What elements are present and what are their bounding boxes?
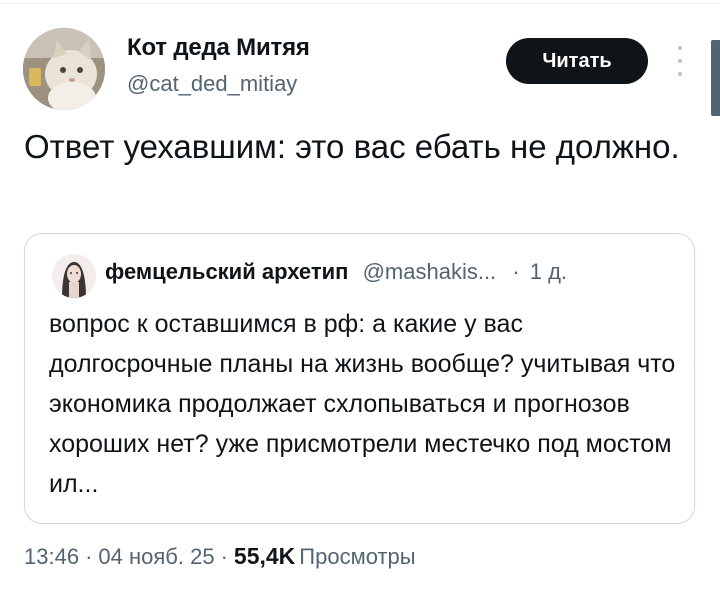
quote-header: фемцельский архетип @mashakis... · 1 д. xyxy=(105,259,567,285)
tweet-date[interactable]: 04 нояб. 25 xyxy=(98,544,214,569)
tweet-text: Ответ уехавшим: это вас ебать не должно. xyxy=(24,128,680,165)
top-divider xyxy=(0,3,720,4)
author-avatar[interactable] xyxy=(23,28,105,110)
meta-separator: · xyxy=(220,544,228,569)
quote-author-handle[interactable]: @mashakis... xyxy=(363,259,497,284)
author-handle[interactable]: @cat_ded_mitiay xyxy=(127,71,297,97)
tweet-time[interactable]: 13:46 xyxy=(24,544,79,569)
more-vertical-icon[interactable] xyxy=(670,46,690,76)
dot xyxy=(678,72,682,76)
dot xyxy=(678,59,682,63)
quote-text: вопрос к оставшимся в рф: а какие у вас … xyxy=(49,310,676,498)
quote-author-name[interactable]: фемцельский архетип xyxy=(105,259,348,284)
author-display-name[interactable]: Кот деда Митяя xyxy=(127,34,310,62)
portrait-photo-icon xyxy=(52,254,96,298)
quote-separator: · xyxy=(512,259,520,284)
meta-separator: · xyxy=(85,544,93,569)
tweet-metadata: 13:46 · 04 нояб. 25 · 55,4K Просмотры xyxy=(24,543,416,570)
quoted-tweet-card[interactable]: фемцельский архетип @mashakis... · 1 д. … xyxy=(24,233,695,524)
scrollbar-thumb[interactable] xyxy=(711,40,720,116)
quote-author-avatar[interactable] xyxy=(52,254,96,298)
follow-button[interactable]: Читать xyxy=(506,38,648,84)
views-count[interactable]: 55,4K xyxy=(234,543,295,569)
dot xyxy=(678,46,682,50)
views-label[interactable]: Просмотры xyxy=(299,544,415,569)
cat-photo-icon xyxy=(23,28,105,110)
quote-timestamp[interactable]: 1 д. xyxy=(530,259,567,284)
